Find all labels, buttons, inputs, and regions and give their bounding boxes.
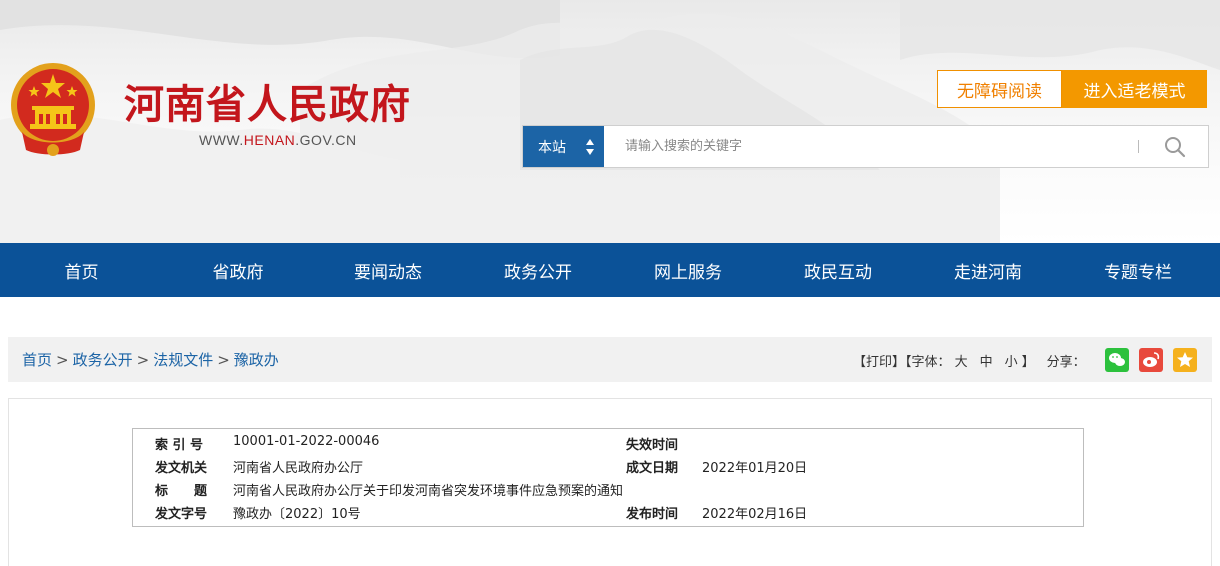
share-label: 分享： (1046, 355, 1086, 370)
nav-item-special-topics[interactable]: 专题专栏 (1063, 243, 1213, 297)
nav-item-news[interactable]: 要闻动态 (313, 243, 463, 297)
search-bar: 本站 (522, 125, 1209, 168)
document-number-value: 豫政办〔2022〕10号 (233, 507, 361, 522)
nav-item-interaction[interactable]: 政民互动 (763, 243, 913, 297)
star-icon (1177, 352, 1193, 367)
main-nav: 首页 省政府 要闻动态 政务公开 网上服务 政民互动 走进河南 专题专栏 (0, 243, 1220, 297)
breadcrumb-separator: > (56, 351, 69, 369)
nav-item-about-henan[interactable]: 走进河南 (913, 243, 1063, 297)
wechat-icon (1109, 353, 1125, 366)
bracket: 【 (853, 355, 867, 370)
page-tools: 【打印】【字体： 大中小】分享： (853, 351, 1086, 370)
site-title: 河南省人民政府 (124, 82, 411, 128)
search-scope-label: 本站 (538, 139, 566, 156)
font-medium-button[interactable]: 中 (980, 355, 993, 370)
title-value: 河南省人民政府办公厅关于印发河南省突发环境事件应急预案的通知 (233, 484, 624, 499)
written-date-label: 成文日期 (626, 461, 679, 476)
url-suffix: .GOV.CN (295, 132, 357, 148)
title-label: 标 题 (155, 484, 208, 499)
document-number-label: 发文字号 (155, 507, 208, 522)
document-metadata-table: 索 引 号 10001-01-2022-00046 失效时间 发文机关 河南省人… (132, 428, 1084, 527)
index-number-label: 索 引 号 (155, 438, 204, 453)
publish-time-label: 发布时间 (626, 507, 679, 522)
publish-time-value: 2022年02月16日 (702, 507, 808, 522)
breadcrumb-regulations[interactable]: 法规文件 (153, 351, 213, 369)
meta-row: 发文机关 河南省人民政府办公厅 成文日期 2022年01月20日 (133, 457, 1083, 479)
breadcrumb-home[interactable]: 首页 (22, 351, 52, 369)
weibo-icon (1143, 352, 1160, 367)
nav-item-provincial-government[interactable]: 省政府 (163, 243, 313, 297)
written-date-value: 2022年01月20日 (702, 461, 808, 476)
national-emblem-icon (11, 63, 95, 156)
favorite-share-icon[interactable] (1173, 348, 1197, 372)
expire-time-label: 失效时间 (626, 438, 679, 453)
bracket: 】 (1021, 355, 1035, 370)
breadcrumb-separator: > (136, 351, 150, 369)
url-prefix: WWW. (199, 132, 244, 148)
meta-row: 标 题 河南省人民政府办公厅关于印发河南省突发环境事件应急预案的通知 (133, 480, 1083, 502)
accessibility-reading-button[interactable]: 无障碍阅读 (937, 70, 1062, 108)
search-icon[interactable] (1163, 135, 1189, 159)
search-divider (1138, 140, 1139, 153)
updown-arrows-icon (586, 139, 594, 155)
breadcrumb: 首页 > 政务公开 > 法规文件 > 豫政办 (22, 349, 279, 370)
nav-item-online-services[interactable]: 网上服务 (613, 243, 763, 297)
issuer-label: 发文机关 (155, 461, 208, 476)
site-header: 河南省人民政府 WWW.HENAN.GOV.CN 无障碍阅读 进入适老模式 本站 (0, 0, 1220, 243)
issuer-value: 河南省人民政府办公厅 (233, 461, 364, 476)
weibo-share-icon[interactable] (1139, 348, 1163, 372)
font-large-button[interactable]: 大 (955, 355, 968, 370)
breadcrumb-government-affairs[interactable]: 政务公开 (73, 351, 133, 369)
url-highlight: HENAN (243, 132, 296, 148)
font-size-label: 字体： (911, 355, 951, 370)
search-scope-select[interactable]: 本站 (523, 126, 604, 167)
site-url: WWW.HENAN.GOV.CN (199, 132, 357, 148)
index-number-value: 10001-01-2022-00046 (233, 434, 380, 449)
bracket: 】【 (892, 355, 912, 370)
search-input[interactable] (613, 127, 1133, 166)
elder-mode-button[interactable]: 进入适老模式 (1062, 70, 1207, 108)
meta-row: 索 引 号 10001-01-2022-00046 失效时间 (133, 434, 1083, 456)
nav-item-government-affairs[interactable]: 政务公开 (463, 243, 613, 297)
nav-item-home[interactable]: 首页 (0, 243, 163, 297)
print-button[interactable]: 打印 (866, 355, 892, 370)
font-small-button[interactable]: 小 (1005, 355, 1018, 370)
breadcrumb-bar: 首页 > 政务公开 > 法规文件 > 豫政办 【打印】【字体：大中小】分享： (8, 337, 1212, 382)
meta-row: 发文字号 豫政办〔2022〕10号 发布时间 2022年02月16日 (133, 503, 1083, 525)
wechat-share-icon[interactable] (1105, 348, 1129, 372)
breadcrumb-separator: > (217, 351, 230, 369)
breadcrumb-yuzhengban[interactable]: 豫政办 (234, 351, 279, 369)
